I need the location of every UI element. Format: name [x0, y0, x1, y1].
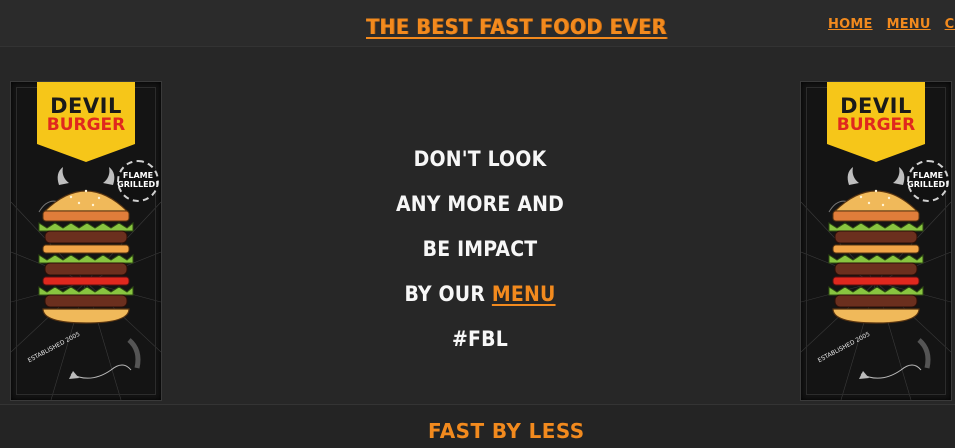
hero-line-3: BE IMPACT	[422, 237, 538, 261]
nav-menu-link[interactable]: MENU	[887, 17, 931, 32]
nav-contact-link[interactable]: CONTAC	[945, 17, 955, 32]
hero-message: DON'T LOOK ANY MORE AND BE IMPACT BY OUR…	[360, 137, 600, 362]
brand-line1: DEVIL	[840, 94, 912, 118]
devil-burger-poster-left: DEVIL BURGER FLAME GRILLED! ESTABLISHED …	[10, 81, 162, 401]
poster-banner: DEVIL BURGER	[827, 82, 925, 162]
hero-line-4: BY OUR MENU	[360, 272, 600, 317]
page: THE BEST FAST FOOD EVER HOME MENU CONTAC	[0, 0, 955, 448]
brand-line2: BURGER	[836, 115, 916, 135]
burger-illustration	[38, 167, 134, 324]
menu-link[interactable]: MENU	[492, 282, 556, 306]
hero-line-1: DON'T LOOK	[413, 147, 547, 171]
brand-line1: DEVIL	[50, 94, 122, 118]
header: THE BEST FAST FOOD EVER HOME MENU CONTAC	[0, 0, 955, 47]
footer-slogan: FAST BY LESS	[428, 419, 585, 443]
brand-line2: BURGER	[46, 115, 126, 135]
hero-line-2: ANY MORE AND	[395, 192, 565, 216]
site-title: THE BEST FAST FOOD EVER	[366, 15, 667, 39]
nav-home-link[interactable]: HOME	[828, 17, 873, 32]
hashtag: #FBL	[452, 327, 508, 351]
hero-line-4-text: BY OUR	[404, 282, 486, 306]
devil-burger-poster-right: DEVIL BURGER FLAME GRILLED! ESTABLISHED …	[800, 81, 952, 401]
main-nav: HOME MENU CONTAC	[828, 17, 955, 32]
footer: FAST BY LESS	[0, 404, 955, 448]
burger-illustration	[828, 167, 924, 324]
main-content: DEVIL BURGER FLAME GRILLED! ESTABLISHED …	[0, 47, 955, 403]
poster-banner: DEVIL BURGER	[37, 82, 135, 162]
